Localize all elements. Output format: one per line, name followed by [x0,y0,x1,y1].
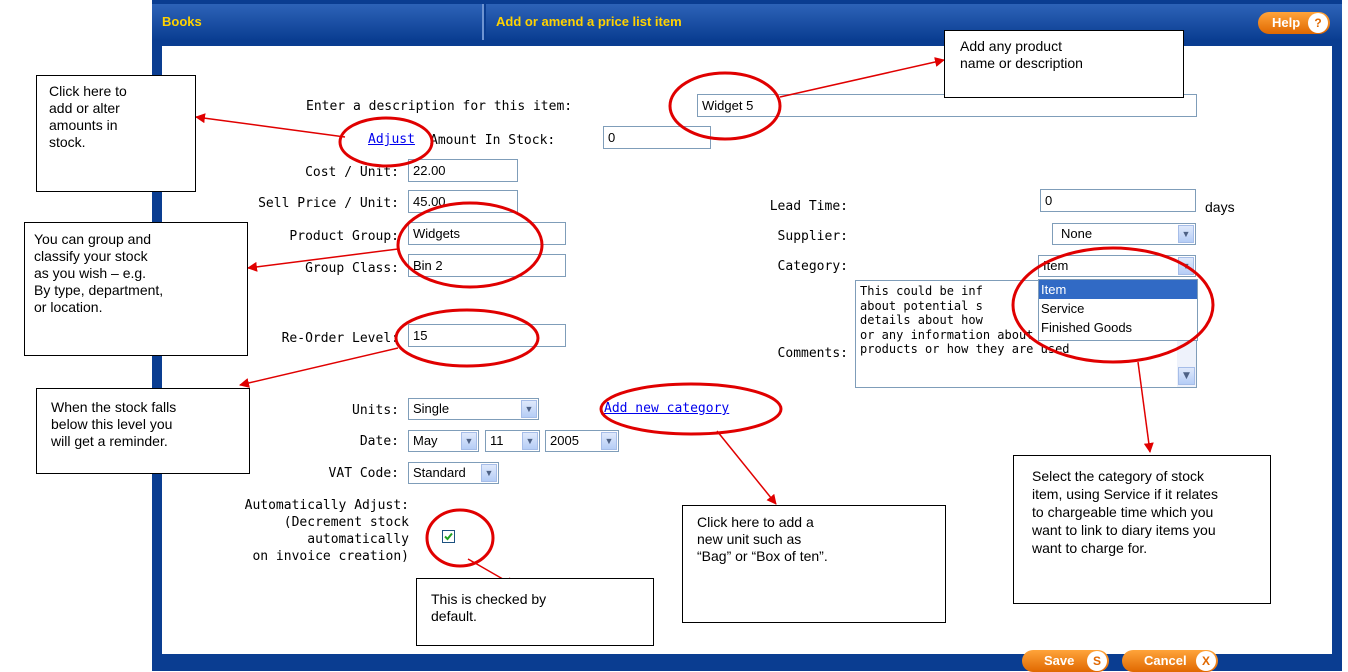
callout-adjust: Click here to add or alter amounts in st… [36,75,196,192]
callout-text: Select the category of stock [1032,468,1204,484]
annotation-arrow [239,347,399,388]
annotation-arrow [195,113,346,138]
annotation-arrow [716,430,777,505]
highlight-ellipse [396,201,544,289]
highlight-ellipse [425,508,495,568]
callout-text: You can group and [34,231,152,247]
callout-text: want to link to diary items you [1032,522,1216,538]
callout-text: name or description [960,55,1083,71]
callout-group: You can group and classify your stock as… [24,222,248,356]
callout-text: By type, department, [34,282,164,298]
callout-text: Click here to [49,83,127,99]
annotation-arrow [247,248,399,272]
callout-text: want to charge for. [1032,540,1148,556]
callout-checked: This is checked by default. [416,578,654,646]
callout-text: new unit such as [697,531,802,547]
highlight-ellipse [668,71,782,141]
callout-text: amounts in [49,117,118,133]
callout-text: “Bag” or “Box of ten”. [697,548,828,564]
callout-text: add or alter [49,100,120,116]
callout-text: default. [431,608,477,624]
callout-text: When the stock falls [51,399,177,415]
callout-text: stock. [49,134,86,150]
callout-text: item, using Service if it relates [1032,486,1218,502]
highlight-ellipse [338,116,434,168]
callout-text: classify your stock [34,248,148,264]
annotation-arrow [1137,361,1154,453]
highlight-ellipse [394,308,540,368]
callout-text: Click here to add a [697,514,814,530]
callout-text: This is checked by [431,591,547,607]
callout-text: below this level you [51,416,173,432]
highlight-ellipse [599,382,783,436]
callout-add-unit: Click here to add a new unit such as “Ba… [682,505,946,623]
annotation-arrow [779,57,945,98]
callout-text: to chargeable time which you [1032,504,1214,520]
callout-text: or location. [34,299,103,315]
callout-text: Add any product [960,38,1062,54]
callout-text: will get a reminder. [51,433,168,449]
highlight-ellipse [1011,246,1215,364]
callout-text: as you wish – e.g. [34,265,147,281]
callout-reorder: When the stock falls below this level yo… [36,388,250,474]
callout-category: Select the category of stock item, using… [1013,455,1271,604]
callout-product-name: Add any product name or description [944,30,1184,98]
